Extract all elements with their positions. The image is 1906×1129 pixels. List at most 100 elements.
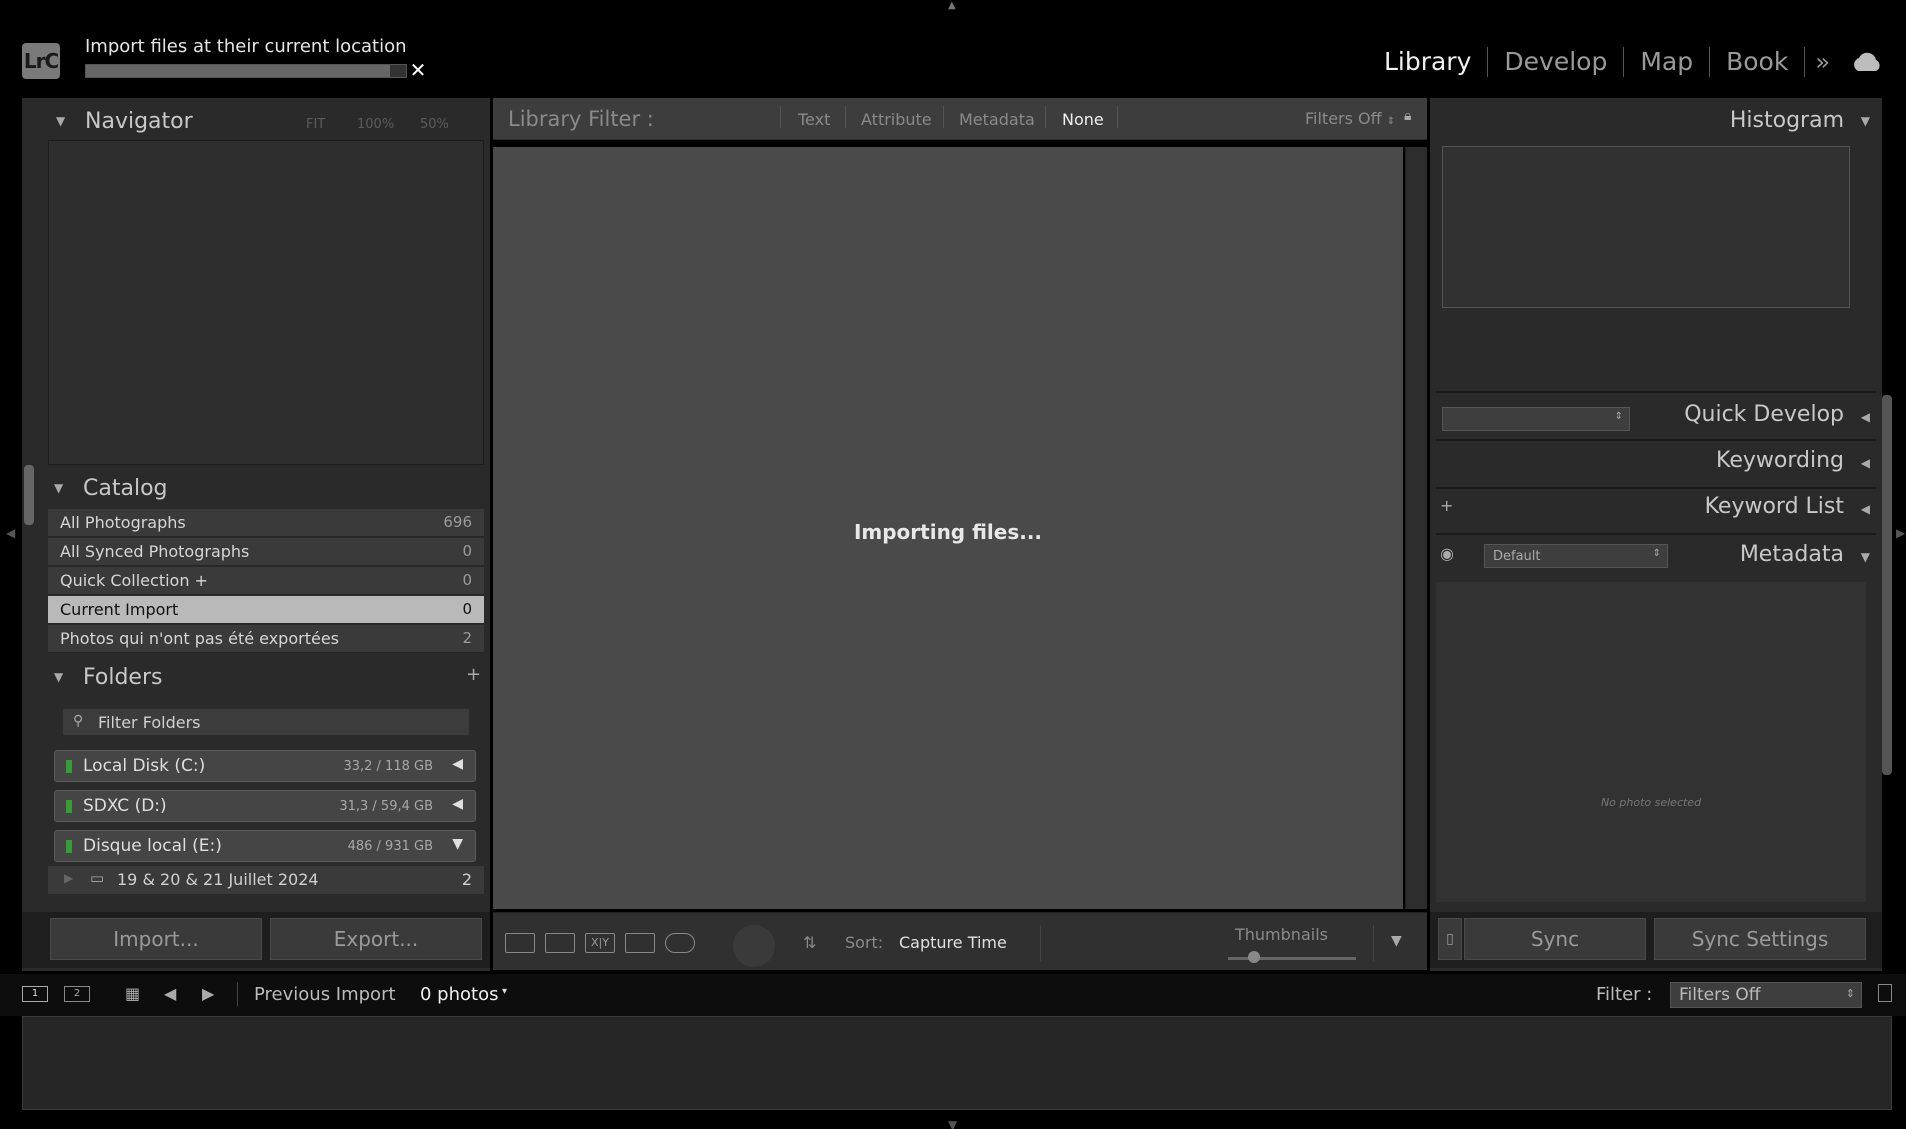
sync-settings-button[interactable]: Sync Settings	[1654, 918, 1866, 960]
module-library[interactable]: Library	[1368, 47, 1489, 77]
navigator-header[interactable]: ▼ Navigator FIT 100% 50%	[22, 104, 490, 144]
metadata-preset-select[interactable]: Default ⇕	[1484, 544, 1668, 568]
people-view-icon[interactable]	[665, 933, 695, 953]
eye-icon[interactable]: ◉	[1440, 544, 1454, 563]
catalog-item-all-photographs[interactable]: All Photographs 696	[48, 509, 484, 537]
divider	[943, 106, 944, 128]
histogram-title[interactable]: Histogram	[1730, 108, 1844, 133]
loupe-view-icon[interactable]	[545, 933, 575, 953]
filmstrip-toggle-icon[interactable]: ▼	[948, 1118, 957, 1129]
thumbnails-label: Thumbnails	[1235, 925, 1328, 944]
drive-size: 33,2 / 118 GB	[343, 759, 433, 774]
filter-tab-metadata[interactable]: Metadata	[959, 110, 1035, 129]
collapse-triangle-icon[interactable]: ▼	[54, 670, 63, 684]
filter-tab-none[interactable]: None	[1062, 110, 1104, 129]
importing-status: Importing files...	[853, 520, 1043, 544]
import-button[interactable]: Import...	[50, 918, 262, 960]
expand-triangle-icon[interactable]: ▶	[64, 871, 73, 885]
catalog-header[interactable]: ▼ Catalog	[22, 471, 490, 511]
expand-triangle-icon[interactable]: ◀	[452, 796, 463, 812]
navigator-preview[interactable]	[48, 140, 484, 465]
expand-triangle-icon[interactable]: ◀	[452, 756, 463, 772]
forward-arrow-icon[interactable]: ▶	[202, 984, 214, 1003]
filmstrip-source[interactable]: Previous Import	[254, 984, 396, 1005]
right-panel-scrollbar[interactable]	[1882, 395, 1892, 775]
painter-spray-icon[interactable]	[733, 925, 775, 967]
photos-count-dropdown[interactable]: 0 photos	[420, 984, 498, 1005]
zoom-50[interactable]: 50%	[420, 117, 449, 132]
primary-display-icon[interactable]: 1	[22, 986, 48, 1002]
compare-view-icon[interactable]: X|Y	[585, 933, 615, 953]
divider	[237, 982, 238, 1006]
collapse-triangle-icon[interactable]: ▼	[1861, 114, 1870, 128]
folder-name: 19 & 20 & 21 Juillet 2024	[117, 870, 319, 889]
add-keyword-plus-icon[interactable]: +	[1440, 496, 1453, 515]
divider	[1045, 106, 1046, 128]
grid-scrollbar[interactable]	[1405, 147, 1427, 909]
top-panel-toggle-icon[interactable]: ▲	[948, 0, 958, 11]
sync-button[interactable]: Sync	[1464, 918, 1646, 960]
folders-header[interactable]: ▼ Folders +	[22, 660, 490, 700]
collapse-triangle-icon[interactable]: ▼	[1861, 550, 1870, 564]
lock-icon[interactable]: 🔒︎	[1404, 108, 1411, 124]
module-picker: Library Develop Map Book »	[1368, 44, 1906, 80]
metadata-title[interactable]: Metadata	[1740, 542, 1844, 567]
filmstrip[interactable]	[22, 1016, 1892, 1110]
catalog-item-label: Quick Collection +	[60, 571, 208, 590]
drive-disque-local-e[interactable]: Disque local (E:) 486 / 931 GB ▼	[54, 830, 476, 862]
filmstrip-filter-select[interactable]: Filters Off ⇕	[1670, 982, 1862, 1008]
sync-switch-icon[interactable]: ▯	[1438, 918, 1462, 960]
cloud-sync-icon[interactable]	[1850, 51, 1884, 73]
catalog-item-not-exported[interactable]: Photos qui n'ont pas été exportées 2	[48, 625, 484, 653]
module-map[interactable]: Map	[1624, 47, 1711, 77]
zoom-100[interactable]: 100%	[357, 117, 394, 132]
expand-triangle-icon[interactable]: ◀	[1861, 410, 1870, 424]
saved-preset-select[interactable]: ⇕	[1442, 407, 1630, 431]
thumbnail-slider-handle[interactable]	[1248, 951, 1260, 963]
add-folder-plus-icon[interactable]: +	[466, 664, 481, 685]
filter-lock-icon[interactable]	[1878, 984, 1892, 1002]
module-book[interactable]: Book	[1710, 47, 1806, 77]
left-panel-toggle-icon[interactable]: ◀	[6, 526, 15, 540]
secondary-display-icon[interactable]: 2	[64, 986, 90, 1002]
survey-view-icon[interactable]	[625, 933, 655, 953]
more-modules-icon[interactable]: »	[1805, 48, 1840, 76]
folder-count: 2	[461, 870, 472, 889]
module-develop[interactable]: Develop	[1488, 47, 1625, 77]
grid-icon[interactable]: ▦	[125, 984, 140, 1003]
collapse-triangle-icon[interactable]: ▼	[452, 836, 463, 852]
expand-triangle-icon[interactable]: ◀	[1861, 502, 1870, 516]
left-panel-scrollbar[interactable]	[24, 465, 34, 525]
filter-tab-attribute[interactable]: Attribute	[861, 110, 932, 129]
expand-triangle-icon[interactable]: ◀	[1861, 456, 1870, 470]
collapse-triangle-icon[interactable]: ▼	[54, 481, 63, 495]
folder-item[interactable]: ▶ ▭ 19 & 20 & 21 Juillet 2024 2	[48, 866, 484, 894]
catalog-item-current-import[interactable]: Current Import 0	[48, 596, 484, 624]
cancel-import-close-icon[interactable]: ✕	[408, 60, 428, 80]
catalog-item-label: Current Import	[60, 600, 179, 619]
keyword-list-title[interactable]: Keyword List	[1705, 494, 1844, 519]
drive-local-disk-c[interactable]: Local Disk (C:) 33,2 / 118 GB ◀	[54, 750, 476, 782]
zoom-fit[interactable]: FIT	[306, 117, 325, 132]
divider	[845, 106, 846, 128]
dropdown-arrow-icon[interactable]: ▾	[502, 986, 507, 997]
sort-direction-icon[interactable]: ⇅	[803, 933, 816, 952]
drive-sdxc-d[interactable]: SDXC (D:) 31,3 / 59,4 GB ◀	[54, 790, 476, 822]
grid-view-icon[interactable]	[505, 933, 535, 953]
catalog-item-synced[interactable]: All Synced Photographs 0	[48, 538, 484, 566]
keywording-title[interactable]: Keywording	[1716, 448, 1844, 473]
export-button[interactable]: Export...	[270, 918, 482, 960]
import-progress-fill	[86, 65, 390, 77]
filter-tab-text[interactable]: Text	[798, 110, 830, 129]
back-arrow-icon[interactable]: ◀	[164, 984, 176, 1003]
filters-off-dropdown[interactable]: Filters Off ⇕	[1305, 109, 1395, 128]
catalog-item-quick-collection[interactable]: Quick Collection + 0	[48, 567, 484, 595]
search-icon: ⚲	[73, 713, 84, 729]
collapse-triangle-icon[interactable]: ▼	[56, 114, 65, 128]
filter-folders-input[interactable]: ⚲ Filter Folders	[62, 708, 470, 736]
sort-dropdown[interactable]: Capture Time	[899, 933, 1007, 952]
quick-develop-title[interactable]: Quick Develop	[1684, 402, 1844, 427]
divider	[1436, 391, 1876, 393]
toolbar-options-chevron-icon[interactable]: ▼	[1391, 933, 1402, 949]
right-panel-toggle-icon[interactable]: ▶	[1896, 526, 1905, 540]
